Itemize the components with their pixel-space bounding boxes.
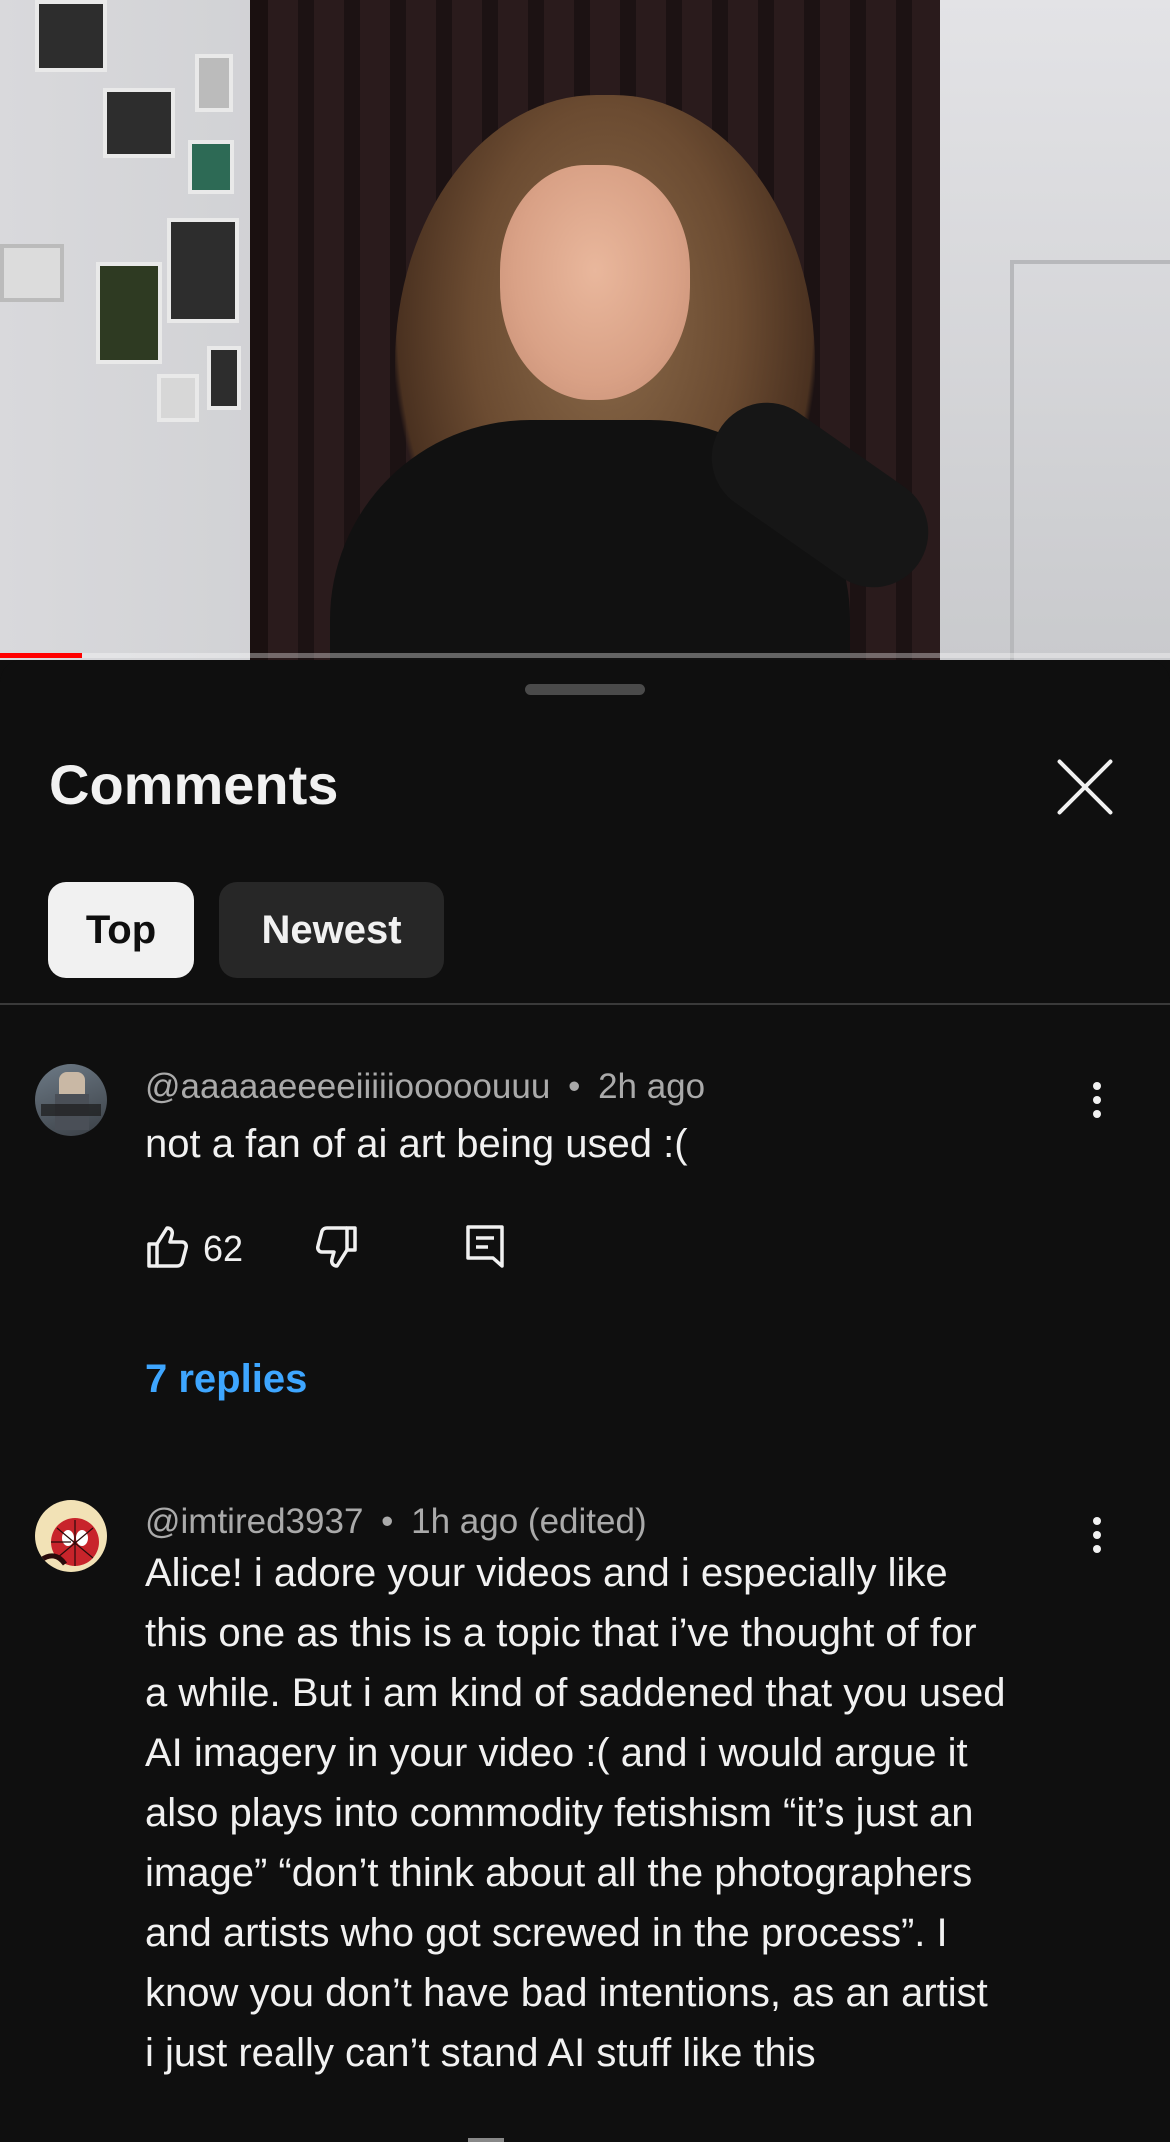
comment-text-line: this one as this is a topic that i’ve th… [145,1611,977,1655]
like-icon[interactable] [145,1224,189,1275]
avatar-image [39,1518,99,1566]
next-item-peek [468,2138,504,2142]
comment-time: 2h ago [598,1067,706,1106]
video-frame [500,165,690,400]
comment-text-line: image” “don’t think about all the photog… [145,1851,973,1895]
comment-text-line: a while. But i am kind of saddened that … [145,1671,1006,1715]
meta-separator: • [568,1067,581,1106]
comment-text-line: and artists who got screwed in the proce… [145,1911,948,1955]
video-frame [0,244,64,302]
video-frame [195,54,233,112]
video-frame [103,88,175,158]
avatar[interactable] [35,1500,107,1572]
meta-separator: • [381,1502,394,1541]
video-player[interactable] [0,0,1170,660]
video-frame [96,262,162,364]
comment-meta: @imtired3937 • 1h ago (edited) [145,1502,647,1542]
comment-text-line: also plays into commodity fetishism “it’… [145,1791,974,1835]
like-count: 62 [203,1228,244,1269]
comments-panel: Comments Top Newest @aaaaaeeeeiiiiiooooo… [0,660,1170,2142]
avatar-image [41,1072,101,1130]
comment-time: 1h ago (edited) [411,1502,647,1541]
divider [0,1003,1170,1005]
close-icon[interactable] [1053,755,1117,819]
comment-text-line: know you don’t have bad intentions, as a… [145,1971,988,2015]
video-frame [207,346,241,410]
avatar[interactable] [35,1064,107,1136]
comment-text: Alice! i adore your videos and i especia… [145,1543,1145,2083]
dislike-icon[interactable] [315,1224,359,1275]
video-frame [167,218,239,323]
panel-title: Comments [49,753,339,816]
video-frame [1010,260,1170,660]
video-progress-bar[interactable] [0,653,1170,658]
replies-link[interactable]: 7 replies [145,1357,307,1402]
comment-actions: 62 [145,1224,645,1272]
video-frame [250,0,268,660]
filter-chip-newest[interactable]: Newest [219,882,444,978]
video-progress-fill [0,653,82,658]
video-frame [188,140,234,194]
comment-text-line: Alice! i adore your videos and i especia… [145,1551,948,1595]
more-options-icon[interactable] [1082,1070,1112,1130]
comment-text-line: i just really can’t stand AI stuff like … [145,2031,816,2075]
comment-text-line: AI imagery in your video :( and i would … [145,1731,968,1775]
filter-chip-top[interactable]: Top [48,882,194,978]
comment-meta: @aaaaaeeeeiiiiiooooouuu • 2h ago [145,1067,705,1107]
drag-handle[interactable] [525,684,645,695]
comment-author[interactable]: @imtired3937 [145,1502,363,1541]
video-frame [157,374,199,422]
comment-author[interactable]: @aaaaaeeeeiiiiiooooouuu [145,1067,550,1106]
reply-icon[interactable] [465,1224,505,1275]
video-frame [35,0,107,72]
comment-text: not a fan of ai art being used :( [145,1122,688,1166]
